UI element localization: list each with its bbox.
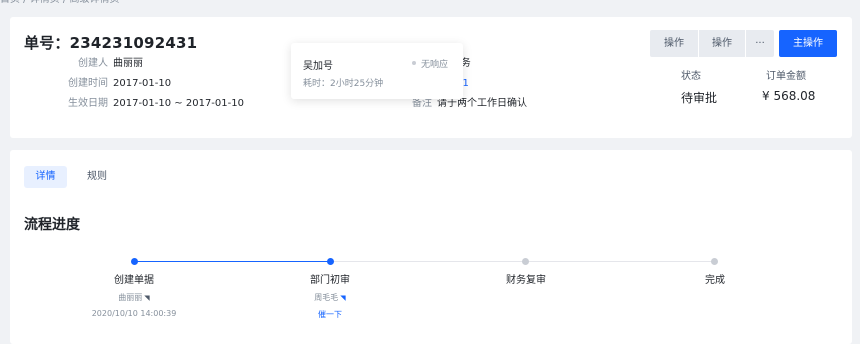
popover-person: 吴加号 (303, 61, 333, 72)
field-remark: 备注 请于两个工作日确认 (32, 97, 527, 111)
popover-status-text: 无响应 (421, 60, 449, 70)
step-dot-pending (522, 258, 529, 265)
detail-card: 详情 规则 流程进度 创建单据 曲丽丽 ◥ 2020/10/10 14:00:39… (10, 150, 852, 344)
step-name: 完成 (705, 275, 725, 286)
operate-button-1[interactable]: 操作 (650, 30, 698, 57)
more-button[interactable]: ··· (746, 30, 774, 57)
step-person: 周毛毛 ◥ (260, 292, 400, 303)
progress-line-done (135, 261, 331, 262)
step-name: 部门初审 (310, 275, 350, 286)
step-dept-review: 部门初审 周毛毛 ◥ 催一下 (260, 271, 400, 320)
step-person-name: 周毛毛 (314, 293, 339, 302)
popover-duration: 耗时：2小时25分钟 (303, 79, 384, 89)
status-label: 状态 (681, 71, 701, 82)
status-value: 待审批 (681, 91, 718, 105)
dingding-icon: ◥ (144, 294, 150, 302)
step-name: 创建单据 (114, 275, 154, 286)
step-dot-done (131, 258, 138, 265)
step-finish: 完成 (645, 271, 785, 286)
amount-label: 订单金额 (766, 71, 806, 82)
step-finance-review: 财务复审 (456, 271, 596, 286)
order-number-title: 单号：234231092431 (24, 34, 198, 52)
tab-rules[interactable]: 规则 (76, 166, 118, 188)
dingding-icon: ◥ (340, 294, 346, 302)
urge-link[interactable]: 催一下 (260, 309, 400, 320)
step-dot-pending (711, 258, 718, 265)
tab-details[interactable]: 详情 (24, 166, 67, 188)
step-time: 2020/10/10 14:00:39 (91, 309, 177, 318)
status-dot-icon (412, 61, 416, 65)
step-popover: 吴加号 无响应 耗时：2小时25分钟 (291, 43, 463, 99)
operate-button-2[interactable]: 操作 (699, 30, 745, 57)
breadcrumb: 首页 / 详情页 / 高级详情页 (0, 0, 140, 6)
popover-status: 无响应 (412, 57, 448, 70)
primary-action-button[interactable]: 主操作 (779, 30, 837, 57)
step-name: 财务复审 (506, 275, 546, 286)
field-label: 备注 (412, 98, 432, 109)
step-create: 创建单据 曲丽丽 ◥ 2020/10/10 14:00:39 (64, 271, 204, 318)
step-dot-current (327, 258, 334, 265)
step-person-name: 曲丽丽 (118, 293, 143, 302)
amount-value: ¥ 568.08 (762, 89, 816, 103)
field-value: 请于两个工作日确认 (437, 98, 527, 109)
progress-title: 流程进度 (24, 217, 80, 233)
step-person: 曲丽丽 ◥ (64, 292, 204, 303)
